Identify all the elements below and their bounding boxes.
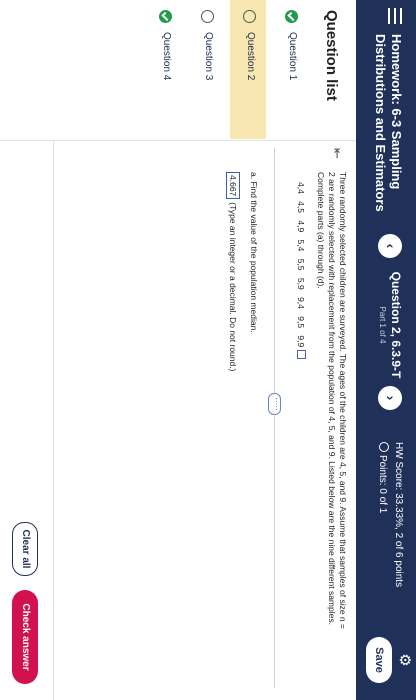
- chevron-left-icon[interactable]: ‹: [378, 234, 402, 258]
- part-a-prompt: a. Find the value of the population medi…: [249, 172, 259, 333]
- points-row: Points: 0 of 1: [377, 442, 389, 513]
- empty-circle-icon: [243, 10, 256, 23]
- answer-input[interactable]: 4.667: [226, 172, 240, 200]
- question-list-heading: Question list: [323, 10, 340, 101]
- chevron-right-icon[interactable]: ›: [378, 386, 402, 410]
- sample-values: 4,4 4,5 4,9 5,4 5,5 5,9 9,4 9,5 9,9: [296, 182, 306, 348]
- homework-title: Homework: 6-3 Sampling Distributions and…: [373, 34, 404, 212]
- hw-score: HW Score: 33.33%, 2 of 6 points: [393, 442, 404, 588]
- menu-icon[interactable]: [388, 8, 402, 24]
- question-list-sidebar: Question list Question 1 Question 2 Ques…: [0, 0, 356, 141]
- save-button[interactable]: Save: [366, 637, 392, 683]
- question-title: Question 2, 6.3.9-T: [389, 271, 403, 379]
- sample-list: 4,4 4,5 4,9 5,4 5,5 5,9 9,4 9,5 9,9: [296, 182, 306, 360]
- footer-divider: [53, 140, 54, 700]
- points-circle-icon: [379, 442, 389, 452]
- points-text: Points: 0 of 1: [377, 455, 388, 514]
- collapse-sidebar-icon[interactable]: ⇤: [330, 148, 345, 162]
- clear-all-button[interactable]: Clear all: [12, 522, 38, 576]
- top-bar: Homework: 6-3 Sampling Distributions and…: [356, 0, 416, 700]
- question-part: Part 1 of 4: [378, 306, 387, 344]
- question-list-item-2[interactable]: Question 2: [230, 0, 266, 139]
- question-prompt: Three randomly selected children are sur…: [316, 172, 348, 629]
- copy-data-icon[interactable]: [297, 350, 306, 360]
- gear-icon[interactable]: ⚙: [396, 652, 413, 668]
- question-list-label: Question 1: [287, 32, 298, 81]
- expand-more-button[interactable]: ·····: [268, 393, 281, 415]
- empty-circle-icon: [201, 10, 214, 23]
- question-list-label: Question 4: [161, 32, 172, 81]
- question-list-item-4[interactable]: Question 4: [146, 0, 182, 139]
- question-list-item-1[interactable]: Question 1: [272, 0, 308, 139]
- app-view: Homework: 6-3 Sampling Distributions and…: [0, 0, 416, 700]
- question-list-label: Question 2: [245, 32, 256, 81]
- question-list-label: Question 3: [203, 32, 214, 81]
- check-circle-icon: [159, 10, 172, 23]
- answer-hint: (Type an integer or a decimal. Do not ro…: [228, 202, 238, 372]
- divider: [274, 148, 275, 688]
- answer-line: 4.667 (Type an integer or a decimal. Do n…: [226, 172, 240, 371]
- check-answer-button[interactable]: Check answer: [12, 590, 38, 684]
- check-circle-icon: [285, 10, 298, 23]
- question-list-item-3[interactable]: Question 3: [188, 0, 224, 139]
